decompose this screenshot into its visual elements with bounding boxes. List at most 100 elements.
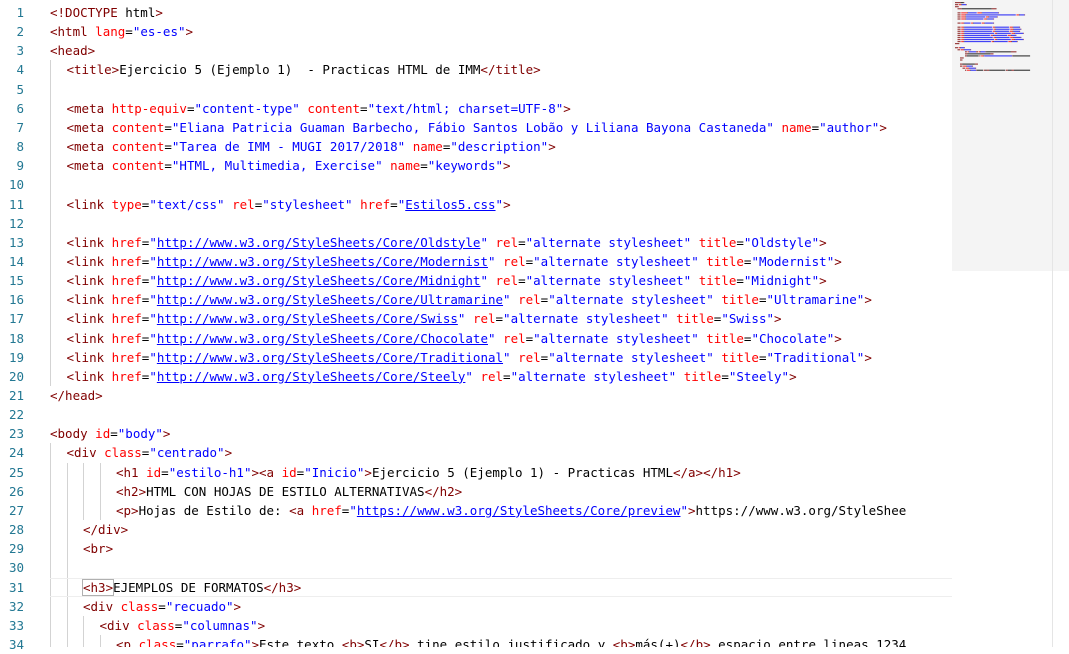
code-line[interactable]: <link href="http://www.w3.org/StyleSheet…: [67, 348, 872, 367]
code-token: title: [698, 273, 737, 289]
code-token: tine estilo justificado y: [409, 636, 613, 647]
code-line[interactable]: <br>: [83, 539, 113, 558]
code-line[interactable]: <link href="http://www.w3.org/StyleSheet…: [67, 329, 842, 348]
code-token: "Tarea de IMM - MUGI 2017/2018": [171, 139, 406, 155]
code-line[interactable]: <p class="parrafo">Este texto <b>SI</b> …: [116, 635, 906, 647]
code-token: href: [311, 502, 342, 518]
code-token: ": [495, 196, 504, 212]
code-line[interactable]: <!DOCTYPE html>: [50, 3, 163, 22]
code-token: >: [185, 24, 194, 40]
line-number: 24: [8, 445, 24, 461]
code-line[interactable]: <p>Hojas de Estilo de: <a href="https://…: [116, 501, 906, 520]
code-token: =: [503, 368, 511, 384]
code-token: name: [412, 139, 443, 155]
code-token: <p: [116, 636, 132, 647]
code-line[interactable]: <link href="http://www.w3.org/StyleSheet…: [67, 309, 782, 328]
code-token: =: [736, 273, 744, 289]
code-token: >: [233, 598, 242, 614]
code-token: https://www.w3.org/StyleShee: [695, 502, 907, 518]
code-line[interactable]: <h2>HTML CON HOJAS DE ESTILO ALTERNATIVA…: [116, 482, 462, 501]
code-token: rel: [232, 196, 255, 212]
code-line[interactable]: <link type="text/css" rel="stylesheet" h…: [67, 195, 511, 214]
code-token: "es-es": [132, 24, 186, 40]
code-token: "Midnight": [743, 273, 820, 289]
code-link[interactable]: Estilos5.css: [405, 197, 495, 212]
code-token: >: [774, 311, 782, 327]
line-number: 14: [8, 253, 24, 269]
code-area[interactable]: <!DOCTYPE html> <html lang="es-es"> <head>…: [50, 0, 952, 647]
code-line[interactable]: <link href="http://www.w3.org/StyleSheet…: [67, 367, 797, 386]
code-line[interactable]: <html lang="es-es">: [50, 22, 193, 41]
code-link[interactable]: http://www.w3.org/StyleSheets/Core/Tradi…: [157, 350, 503, 365]
code-token: ": [503, 292, 511, 308]
indent-guide: [83, 462, 84, 521]
code-line[interactable]: <div class="centrado">: [67, 443, 233, 462]
code-token: "Modernist": [751, 253, 835, 269]
code-line[interactable]: </div>: [83, 520, 128, 539]
code-link[interactable]: http://www.w3.org/StyleSheets/Core/Midni…: [157, 273, 481, 288]
code-token: <link: [66, 368, 105, 384]
code-token: ": [680, 502, 688, 518]
line-number: 13: [8, 234, 24, 250]
code-link[interactable]: http://www.w3.org/StyleSheets/Core/Oldst…: [157, 235, 481, 250]
code-token: <div: [83, 598, 114, 614]
code-line[interactable]: </head>: [50, 386, 103, 405]
code-line[interactable]: <link href="http://www.w3.org/StyleSheet…: [67, 271, 827, 290]
code-line[interactable]: <div class="recuado">: [83, 597, 241, 616]
code-token: HTML CON HOJAS DE ESTILO ALTERNATIVAS: [146, 483, 425, 499]
code-link[interactable]: http://www.w3.org/StyleSheets/Core/Moder…: [157, 254, 488, 269]
code-token: "Eliana Patricia Guaman Barbecho, Fábio …: [171, 119, 774, 135]
code-token: <h2>: [116, 483, 147, 499]
indent-guide: [99, 634, 101, 647]
code-line[interactable]: <body id="body">: [50, 424, 170, 443]
code-token: ": [487, 330, 496, 346]
code-token: "alternate stylesheet": [533, 330, 699, 346]
code-link[interactable]: http://www.w3.org/StyleSheets/Core/Choco…: [157, 331, 488, 346]
code-line[interactable]: <meta http-equiv="content-type" content=…: [67, 99, 571, 118]
code-link[interactable]: http://www.w3.org/StyleSheets/Core/Swiss: [157, 311, 458, 326]
code-editor[interactable]: 1 2 3 4 5 6 7 8 9 10 11 12 13 14 15 16 17 18 19 20 21 22 23 24 2…: [0, 0, 1069, 652]
code-token: <link: [66, 253, 105, 269]
code-line[interactable]: <meta content="HTML, Multimedia, Exercis…: [67, 156, 511, 175]
line-number: 4: [16, 62, 24, 78]
code-line[interactable]: <h1 id="estilo-h1"><a id="Inicio">Ejerci…: [116, 463, 741, 482]
code-token: href: [111, 234, 142, 250]
code-token: <b>: [612, 636, 636, 647]
code-token: >: [879, 119, 887, 135]
code-line[interactable]: <title>Ejercicio 5 (Ejemplo 1) - Practic…: [67, 60, 541, 79]
code-token: <meta: [66, 119, 105, 135]
code-line[interactable]: <meta content="Tarea de IMM - MUGI 2017/…: [67, 137, 556, 156]
code-token: title: [721, 292, 759, 308]
code-link[interactable]: http://www.w3.org/StyleSheets/Core/Ultra…: [157, 292, 503, 307]
code-token: >: [688, 502, 696, 518]
code-line[interactable]: <link href="http://www.w3.org/StyleSheet…: [67, 233, 827, 252]
code-link[interactable]: https://www.w3.org/StyleSheets/Core/prev…: [357, 503, 681, 518]
code-line[interactable]: <link href="http://www.w3.org/StyleSheet…: [67, 290, 872, 309]
code-line[interactable]: <h3>EJEMPLOS DE FORMATOS</h3>: [81, 578, 301, 597]
vertical-scrollbar-track[interactable]: [1052, 0, 1053, 647]
code-link[interactable]: http://www.w3.org/StyleSheets/Core/Steel…: [157, 369, 466, 384]
code-token: >: [162, 426, 171, 442]
line-number: 17: [8, 311, 24, 327]
line-number: 32: [8, 598, 24, 614]
code-token: >: [819, 234, 827, 250]
code-token: <link: [66, 196, 105, 212]
code-token: "alternate stylesheet": [525, 273, 692, 289]
code-line[interactable]: <link href="http://www.w3.org/StyleSheet…: [67, 252, 842, 271]
code-token: lang: [95, 24, 126, 40]
code-line[interactable]: <meta content="Eliana Patricia Guaman Ba…: [67, 118, 887, 137]
code-token: "alternate stylesheet": [503, 311, 669, 327]
code-token: =: [518, 273, 526, 289]
code-token: "alternate stylesheet": [525, 234, 692, 250]
code-token: ": [465, 368, 473, 384]
code-token: "body": [117, 426, 163, 442]
code-line[interactable]: <head>: [50, 41, 95, 60]
line-number: 2: [16, 24, 24, 40]
code-line[interactable]: <div class="columnas">: [100, 616, 266, 635]
